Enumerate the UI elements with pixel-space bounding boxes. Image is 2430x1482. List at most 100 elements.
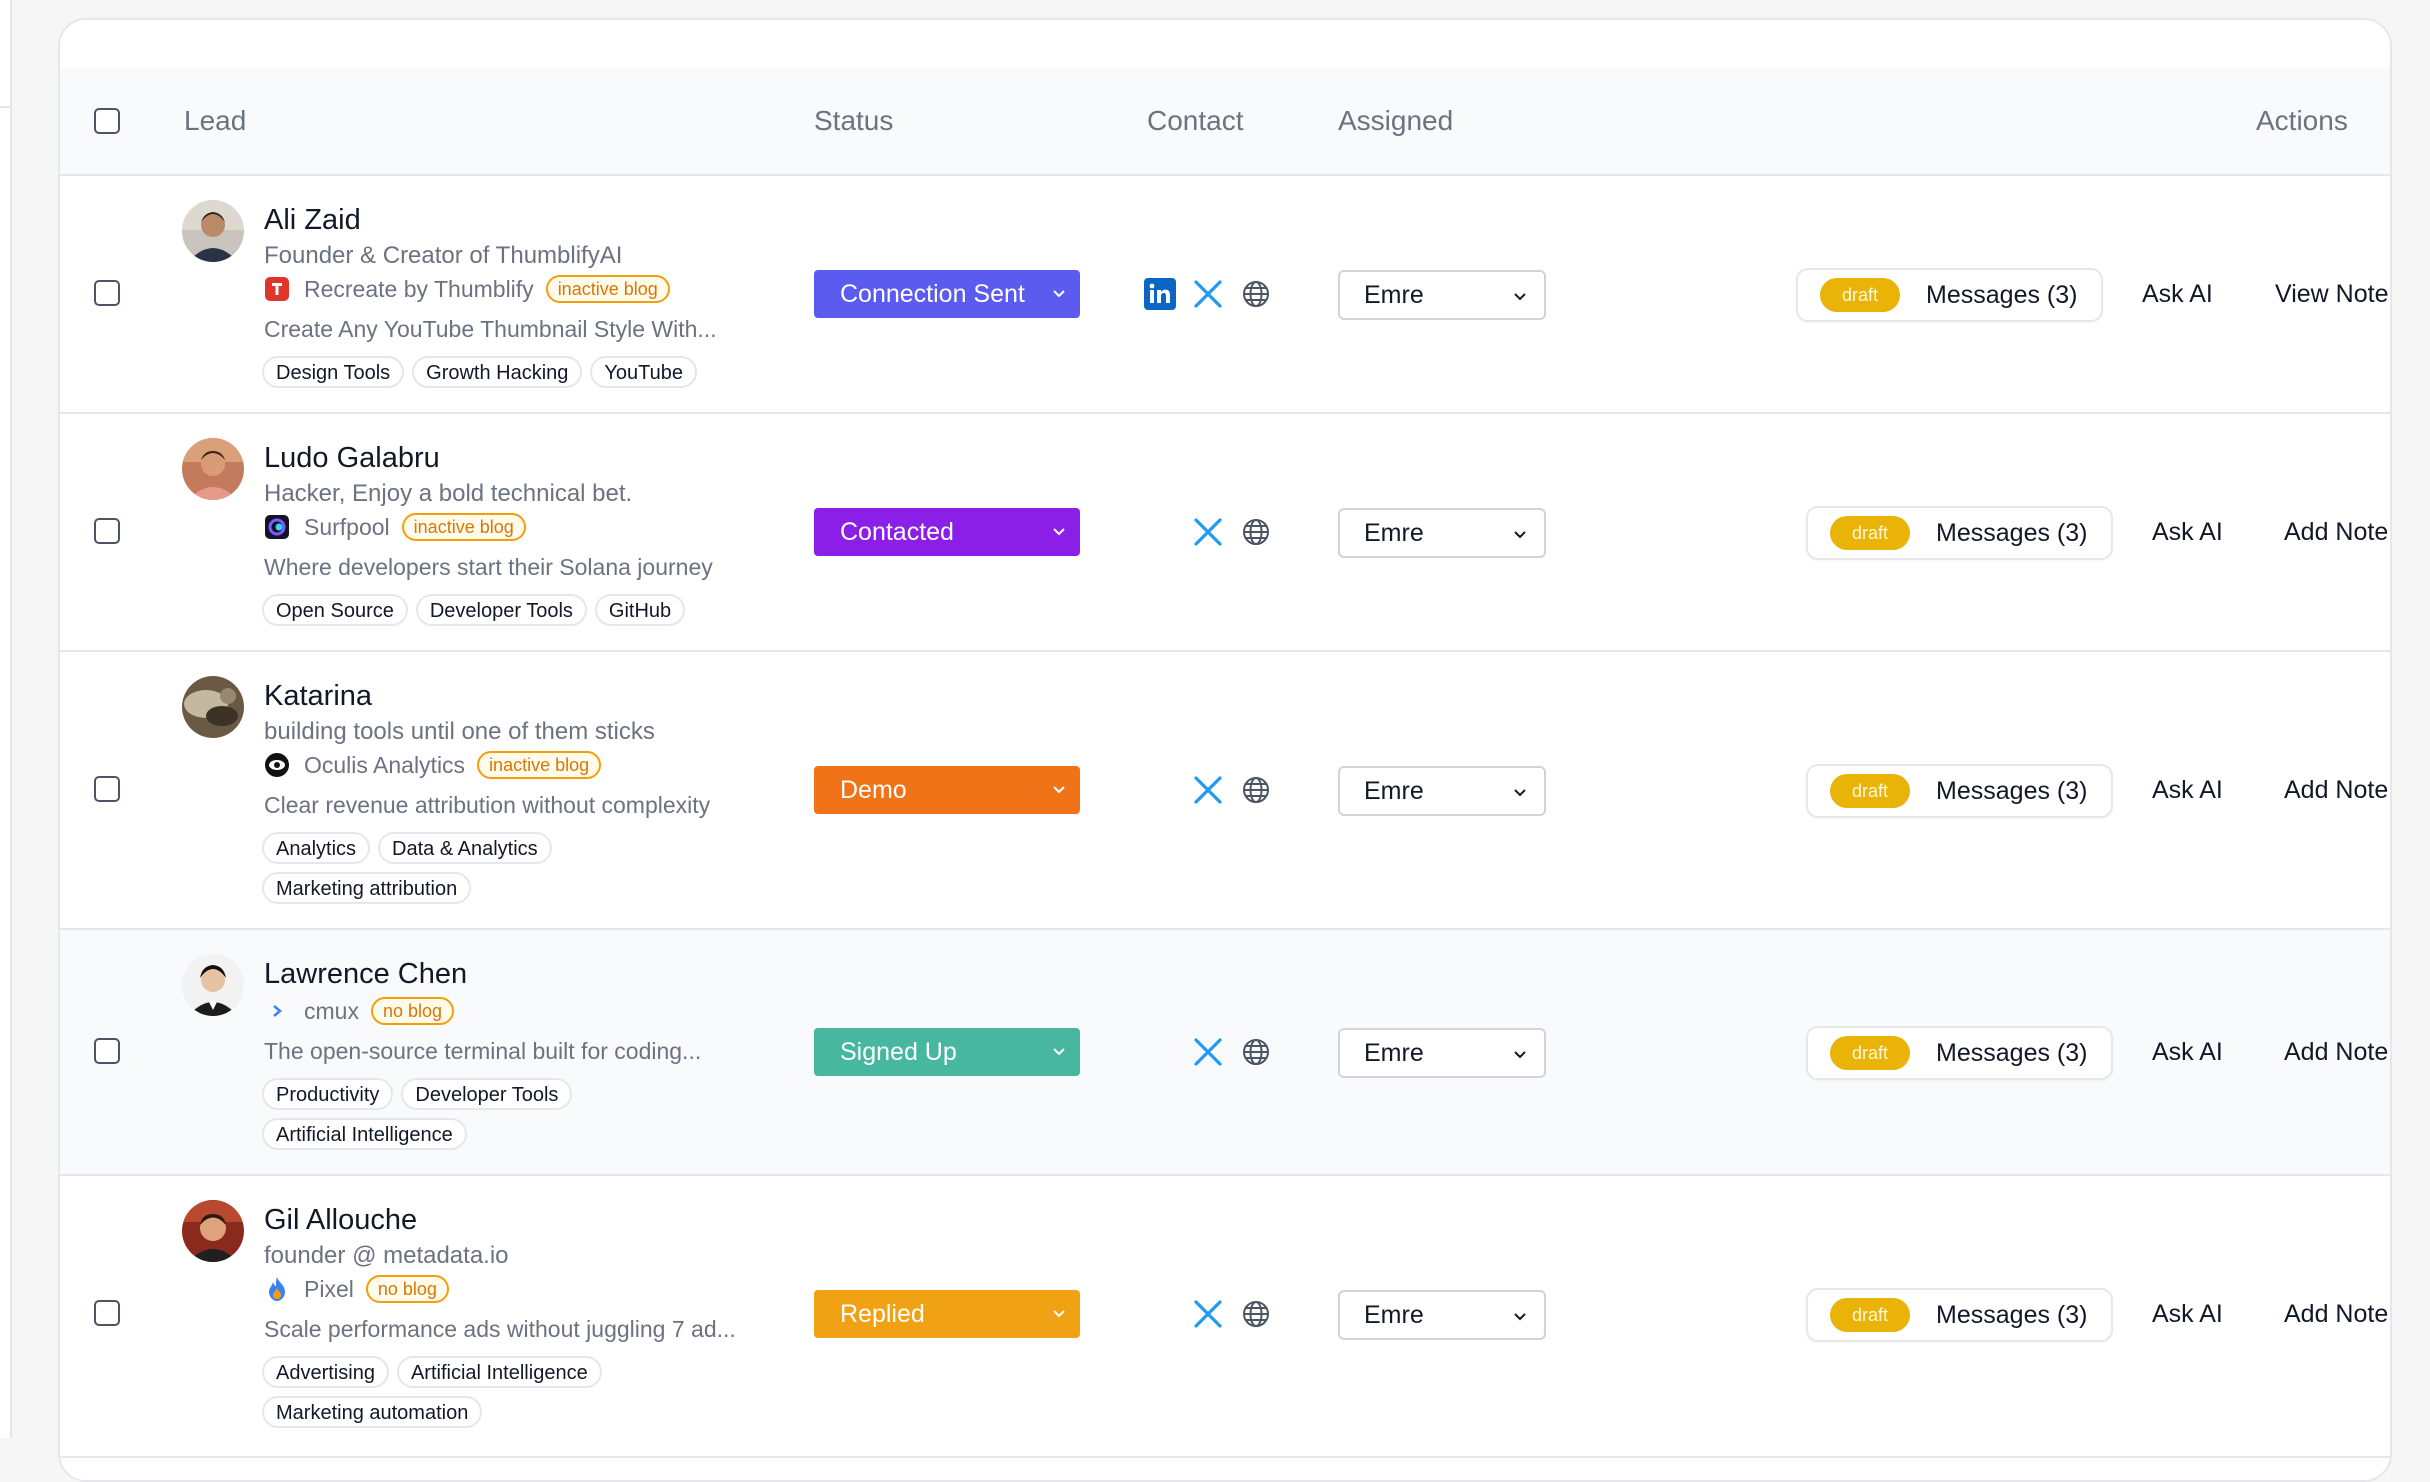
table-row: Ali Zaid Founder & Creator of ThumblifyA…: [60, 176, 2390, 414]
assignee-select[interactable]: Emre: [1338, 508, 1546, 558]
lead-description: Create Any YouTube Thumbnail Style With.…: [264, 316, 717, 342]
lead-name[interactable]: Ludo Galabru: [264, 442, 440, 475]
status-dropdown[interactable]: Signed Up: [814, 1028, 1080, 1076]
blog-status-badge: inactive blog: [545, 275, 670, 303]
note-button[interactable]: Add Note: [2284, 776, 2388, 805]
lead-name[interactable]: Katarina: [264, 680, 372, 713]
blog-status-badge: no blog: [365, 1275, 449, 1303]
ask-ai-button[interactable]: Ask AI: [2142, 280, 2213, 309]
tag: Growth Hacking: [412, 356, 583, 388]
draft-badge: draft: [1830, 1298, 1911, 1332]
lead-description: Scale performance ads without juggling 7…: [264, 1316, 736, 1342]
contact-links: [1190, 1034, 1274, 1070]
x-icon[interactable]: [1190, 772, 1226, 808]
column-header-status[interactable]: Status: [814, 68, 893, 174]
row-checkbox[interactable]: [94, 280, 120, 306]
row-checkbox[interactable]: [94, 776, 120, 802]
status-label: Replied: [840, 1299, 925, 1328]
blog-status-badge: no blog: [370, 997, 455, 1025]
row-checkbox[interactable]: [94, 518, 120, 544]
globe-icon[interactable]: [1238, 276, 1274, 312]
status-dropdown[interactable]: Contacted: [814, 508, 1080, 556]
column-header-contact[interactable]: Contact: [1147, 68, 1244, 174]
column-header-lead[interactable]: Lead: [184, 68, 246, 174]
sidebar-edge: [0, 0, 12, 1438]
company-name[interactable]: cmux: [304, 998, 359, 1025]
select-all-checkbox[interactable]: [94, 108, 120, 134]
row-checkbox[interactable]: [94, 1038, 120, 1064]
assignee-value: Emre: [1364, 776, 1424, 805]
chevron-down-icon: [1053, 1048, 1065, 1056]
assignee-select[interactable]: Emre: [1338, 270, 1546, 320]
globe-icon[interactable]: [1238, 1296, 1274, 1332]
note-button[interactable]: Add Note: [2284, 518, 2388, 547]
globe-icon[interactable]: [1238, 1034, 1274, 1070]
status-label: Contacted: [840, 517, 954, 546]
ask-ai-button[interactable]: Ask AI: [2152, 518, 2223, 547]
lead-subtitle: Founder & Creator of ThumblifyAI: [264, 242, 623, 269]
avatar: [182, 676, 244, 738]
surfpool-logo-icon: [264, 514, 290, 540]
tag-list: Analytics Data & Analytics Marketing att…: [262, 832, 602, 904]
messages-button[interactable]: draft Messages (3): [1796, 268, 2104, 322]
note-button[interactable]: Add Note: [2284, 1038, 2388, 1067]
column-header-assigned[interactable]: Assigned: [1338, 68, 1453, 174]
status-dropdown[interactable]: Connection Sent: [814, 270, 1080, 318]
company-name[interactable]: Recreate by Thumblify: [304, 276, 534, 303]
blog-status-badge: inactive blog: [401, 513, 526, 541]
lead-subtitle: Hacker, Enjoy a bold technical bet.: [264, 480, 633, 507]
company-name[interactable]: Pixel: [304, 1276, 354, 1303]
table-row: Lawrence Chen cmux no blog The open-sour…: [60, 930, 2390, 1176]
avatar: [182, 200, 244, 262]
assignee-select[interactable]: Emre: [1338, 1290, 1546, 1340]
chevron-down-icon: [1514, 1051, 1526, 1059]
messages-button[interactable]: draft Messages (3): [1806, 764, 2114, 818]
company-name[interactable]: Oculis Analytics: [304, 752, 465, 779]
assignee-value: Emre: [1364, 280, 1424, 309]
chevron-down-icon: [1053, 528, 1065, 536]
tag: Artificial Intelligence: [396, 1356, 602, 1388]
lead-name[interactable]: Ali Zaid: [264, 204, 361, 237]
contact-links: [1190, 514, 1274, 550]
company-name[interactable]: Surfpool: [304, 514, 390, 541]
messages-label: Messages (3): [1926, 280, 2078, 309]
messages-button[interactable]: draft Messages (3): [1806, 1288, 2114, 1342]
lead-description: The open-source terminal built for codin…: [264, 1038, 702, 1064]
ask-ai-button[interactable]: Ask AI: [2152, 1038, 2223, 1067]
ask-ai-button[interactable]: Ask AI: [2152, 776, 2223, 805]
status-dropdown[interactable]: Demo: [814, 766, 1080, 814]
note-button[interactable]: View Note: [2275, 280, 2389, 309]
x-icon[interactable]: [1190, 1034, 1226, 1070]
x-icon[interactable]: [1190, 1296, 1226, 1332]
note-button[interactable]: Add Note: [2284, 1300, 2388, 1329]
status-label: Connection Sent: [840, 279, 1025, 308]
chevron-down-icon: [1514, 1313, 1526, 1321]
contact-links: [1190, 1296, 1274, 1332]
leads-table: Lead Status Contact Assigned Actions Ali…: [58, 18, 2392, 1482]
x-icon[interactable]: [1190, 514, 1226, 550]
messages-label: Messages (3): [1936, 518, 2088, 547]
assignee-select[interactable]: Emre: [1338, 766, 1546, 816]
status-dropdown[interactable]: Replied: [814, 1290, 1080, 1338]
x-icon[interactable]: [1190, 276, 1226, 312]
assignee-select[interactable]: Emre: [1338, 1028, 1546, 1078]
flame-logo-icon: [264, 1276, 290, 1302]
tag: Productivity: [262, 1078, 394, 1110]
tag-list: Productivity Developer Tools Artificial …: [262, 1078, 642, 1150]
avatar: [182, 954, 244, 1016]
tag: Marketing attribution: [262, 872, 472, 904]
messages-button[interactable]: draft Messages (3): [1806, 506, 2114, 560]
tag: Analytics: [262, 832, 371, 864]
table-row: Ludo Galabru Hacker, Enjoy a bold techni…: [60, 414, 2390, 652]
assignee-value: Emre: [1364, 1300, 1424, 1329]
ask-ai-button[interactable]: Ask AI: [2152, 1300, 2223, 1329]
row-checkbox[interactable]: [94, 1300, 120, 1326]
thumblify-logo-icon: [264, 276, 290, 302]
messages-button[interactable]: draft Messages (3): [1806, 1026, 2114, 1080]
linkedin-icon[interactable]: [1142, 276, 1178, 312]
table-header: Lead Status Contact Assigned Actions: [60, 68, 2390, 176]
lead-name[interactable]: Gil Allouche: [264, 1204, 417, 1237]
globe-icon[interactable]: [1238, 514, 1274, 550]
lead-name[interactable]: Lawrence Chen: [264, 958, 467, 991]
globe-icon[interactable]: [1238, 772, 1274, 808]
